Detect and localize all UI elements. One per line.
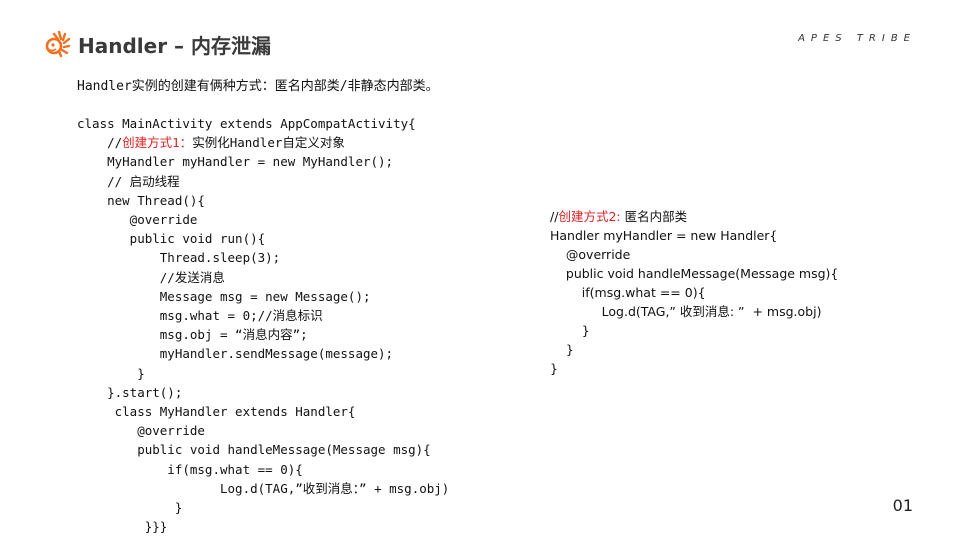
- code-text: }}}: [77, 519, 168, 535]
- code-text: }: [77, 365, 145, 381]
- code-line: public void handleMessage(Message msg){: [77, 440, 449, 459]
- code-line: Handler myHandler = new Handler{: [550, 226, 838, 245]
- code-line: myHandler.sendMessage(message);: [77, 344, 449, 363]
- code-text: @override: [77, 212, 198, 228]
- code-text: // 启动线程: [77, 173, 180, 189]
- code-line: public void handleMessage(Message msg){: [550, 264, 839, 283]
- code-line: //发送消息: [77, 268, 449, 287]
- code-text: }.start();: [77, 384, 183, 400]
- code-block-anonymous-class: //创建方式2: 匿名内部类 Handler myHandler = new Ha…: [550, 207, 838, 378]
- code-text: 实例化Handler自定义对象: [192, 135, 345, 151]
- code-text: Thread.sleep(3);: [77, 250, 281, 266]
- code-text: //发送消息: [77, 269, 225, 285]
- code-line: @override: [77, 421, 449, 440]
- code-line: }: [550, 359, 838, 378]
- code-line: Thread.sleep(3);: [77, 248, 449, 267]
- code-text: }: [550, 361, 558, 376]
- slide-title: Handler – 内存泄漏: [78, 33, 271, 58]
- code-text: public void handleMessage(Message msg){: [77, 442, 431, 458]
- code-text: msg.what = 0;//消息标识: [77, 308, 323, 324]
- code-text: public void handleMessage(Message msg){: [550, 266, 839, 281]
- code-text: class MyHandler extends Handler{: [77, 404, 356, 420]
- code-line: }: [77, 364, 449, 383]
- code-line: if(msg.what == 0){: [550, 283, 838, 302]
- code-text: Handler myHandler = new Handler{: [550, 228, 778, 243]
- code-line: }: [77, 498, 449, 517]
- code-text: MyHandler myHandler = new MyHandler();: [77, 154, 394, 170]
- brand-logo-text: APES TRIBE: [798, 33, 916, 44]
- code-text: @override: [550, 247, 631, 262]
- code-line: Message msg = new Message();: [77, 287, 449, 306]
- code-text: msg.obj = “消息内容”;: [77, 327, 308, 343]
- code-line: }: [550, 321, 838, 340]
- code-line: //创建方式2: 匿名内部类: [550, 207, 838, 226]
- code-text: }: [77, 500, 183, 516]
- code-text: public void run(){: [77, 231, 266, 247]
- code-line: @override: [77, 210, 449, 229]
- code-text: //: [77, 135, 123, 151]
- code-text: myHandler.sendMessage(message);: [77, 346, 394, 362]
- code-line: public void run(){: [77, 229, 449, 248]
- code-text: class MainActivity extends AppCompatActi…: [77, 116, 416, 131]
- code-line: }}}: [77, 517, 449, 536]
- slide-header: Handler – 内存泄漏: [44, 28, 271, 60]
- code-text: Log.d(TAG,”收到消息：” + msg.obj): [77, 480, 450, 496]
- code-line: // 启动线程: [77, 172, 449, 191]
- lion-head-logo-icon: [45, 30, 70, 58]
- code-text: if(msg.what == 0){: [77, 461, 303, 477]
- intro-text: Handler实例的创建有俩种方式：匿名内部类/非静态内部类。: [77, 79, 439, 94]
- code-text: }: [550, 323, 590, 338]
- code-line: }.start();: [77, 383, 449, 402]
- code-text: @override: [77, 423, 205, 439]
- code-line: @override: [550, 245, 838, 264]
- highlighted-comment: 创建方式1：: [122, 135, 193, 151]
- code-text: Log.d(TAG,” 收到消息: ” + msg.obj): [550, 304, 822, 319]
- code-line: class MyHandler extends Handler{: [77, 402, 449, 421]
- code-line: }: [550, 340, 838, 359]
- highlighted-comment: 创建方式2:: [558, 209, 621, 224]
- code-line: if(msg.what == 0){: [77, 460, 449, 479]
- code-line: Log.d(TAG,”收到消息：” + msg.obj): [77, 479, 449, 498]
- code-line: class MainActivity extends AppCompatActi…: [77, 114, 449, 133]
- code-text: }: [550, 342, 574, 357]
- code-text: Message msg = new Message();: [77, 288, 371, 304]
- code-block-inner-class: class MainActivity extends AppCompatActi…: [77, 114, 449, 536]
- page-number: 01: [892, 496, 913, 515]
- code-line: msg.obj = “消息内容”;: [77, 325, 449, 344]
- code-line: msg.what = 0;//消息标识: [77, 306, 449, 325]
- code-line: MyHandler myHandler = new MyHandler();: [77, 152, 449, 171]
- code-text: if(msg.what == 0){: [550, 285, 706, 300]
- code-text: 匿名内部类: [620, 209, 688, 224]
- code-line: Log.d(TAG,” 收到消息: ” + msg.obj): [550, 302, 838, 321]
- code-line: //创建方式1：实例化Handler自定义对象: [77, 133, 449, 152]
- code-line: new Thread(){: [77, 191, 449, 210]
- code-text: new Thread(){: [77, 192, 205, 208]
